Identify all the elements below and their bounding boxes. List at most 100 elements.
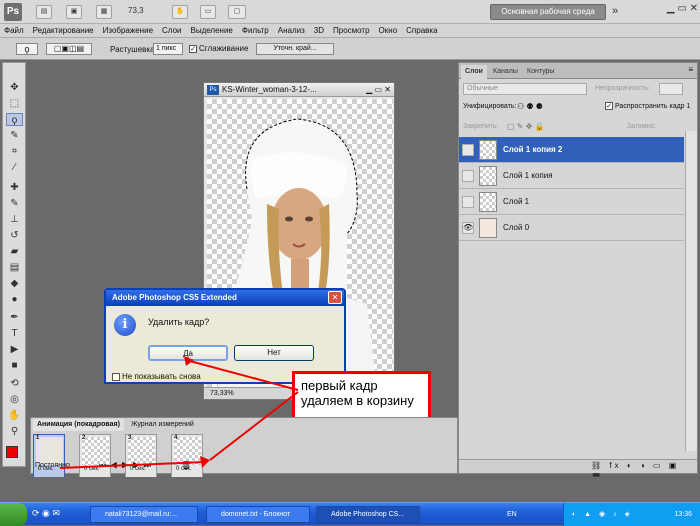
yes-button[interactable]: Да (148, 345, 228, 361)
marquee-tool-icon[interactable]: ⬚ (6, 97, 23, 110)
3d-rotate-icon[interactable]: ⟲ (6, 377, 23, 390)
quicklaunch-icons[interactable]: ⟳ ◉ ✉ (32, 508, 60, 519)
gradient-tool-icon[interactable]: ▤ (6, 261, 23, 274)
frame-thumbnail[interactable]: 2 0 сек. (79, 434, 111, 478)
propagate-checkbox[interactable]: ✓ (605, 102, 613, 110)
path-select-icon[interactable]: ▶ (6, 343, 23, 356)
layer-row[interactable]: Слой 1 копия (459, 163, 684, 189)
stamp-tool-icon[interactable]: ⊥ (6, 213, 23, 226)
document-zoom[interactable]: 73,33% (210, 390, 234, 397)
dialog-title[interactable]: Adobe Photoshop CS5 Extended (106, 290, 344, 306)
pen-tool-icon[interactable]: ✒ (6, 311, 23, 324)
tray-icons[interactable]: ◐ ▲ ◉ ♪ ◈ (572, 503, 633, 526)
screen-mode-icon[interactable]: ▢ (228, 5, 246, 19)
foreground-color-swatch[interactable] (6, 446, 18, 458)
layers-footer-icons[interactable]: ⛓ fx ◐ ◑ ▭ ▣ 🗑 (459, 459, 697, 482)
tab-paths[interactable]: Контуры (523, 65, 558, 79)
workspace-selector[interactable]: Основная рабочая среда (490, 4, 606, 20)
no-button[interactable]: Нет (234, 345, 314, 361)
tab-measurement-log[interactable]: Журнал измерений (127, 419, 198, 431)
tab-animation[interactable]: Анимация (покадровая) (33, 419, 124, 431)
loop-select[interactable]: Постоянно (35, 462, 70, 469)
extras-icon[interactable]: ▦ (96, 5, 112, 19)
dodge-tool-icon[interactable]: ● (6, 293, 23, 306)
minimize-icon[interactable]: ▁ (667, 3, 675, 14)
app-bar: Ps ▤ ▣ ▦ 73,3 ✋ ▭ ▢ Основная рабочая сре… (0, 0, 700, 24)
language-indicator[interactable]: EN (507, 503, 517, 526)
eraser-tool-icon[interactable]: ▰ (6, 245, 23, 258)
layer-name: Слой 1 копия 2 (503, 145, 563, 154)
tab-layers[interactable]: Слои (461, 65, 487, 79)
history-brush-icon[interactable]: ↺ (6, 229, 23, 242)
hand-tool-icon[interactable]: ✋ (6, 409, 23, 422)
eyedropper-tool-icon[interactable]: ⁄ (6, 161, 23, 174)
visibility-toggle[interactable] (462, 144, 474, 156)
menu-edit[interactable]: Редактирование (33, 26, 94, 35)
maximize-icon[interactable]: ▭ (677, 3, 686, 14)
frame-thumbnail[interactable]: 4 0 сек. (171, 434, 203, 478)
menu-file[interactable]: Файл (4, 26, 24, 35)
document-title-bar[interactable]: Ps KS-Winter_woman-3-12-... ▁ ▭ ✕ (204, 83, 394, 97)
lock-icons[interactable]: ▢ ✎ ✥ 🔒 (507, 122, 545, 131)
opacity-input[interactable] (659, 83, 683, 95)
visibility-toggle[interactable] (462, 170, 474, 182)
bridge-icon[interactable]: ▤ (36, 5, 52, 19)
menu-filter[interactable]: Фильтр (242, 26, 269, 35)
brush-tool-icon[interactable]: ✎ (6, 197, 23, 210)
dont-show-checkbox[interactable] (112, 372, 120, 381)
menu-layers[interactable]: Слои (162, 26, 181, 35)
taskbar-item-notepad[interactable]: domonet.txt - Блокнот (206, 506, 310, 523)
zoom-level[interactable]: 73,3 (128, 6, 144, 15)
frame-thumbnail[interactable]: 3 0 сек. (125, 434, 157, 478)
start-button[interactable] (0, 503, 27, 526)
menu-help[interactable]: Справка (406, 26, 437, 35)
menu-select[interactable]: Выделение (190, 26, 232, 35)
layer-row[interactable]: Слой 1 копия 2 (459, 137, 684, 163)
panel-menu-icon[interactable]: ≡ (688, 65, 693, 74)
layer-row[interactable]: 👁 Слой 0 (459, 215, 684, 241)
zoom-tool-icon[interactable]: ⚲ (6, 425, 23, 438)
doc-window-controls[interactable]: ▁ ▭ ✕ (366, 83, 391, 97)
minibridge-icon[interactable]: ▣ (66, 5, 82, 19)
shape-tool-icon[interactable]: ■ (6, 359, 23, 372)
more-workspaces-icon[interactable]: » (612, 5, 618, 17)
menu-analysis[interactable]: Анализ (278, 26, 305, 35)
blur-tool-icon[interactable]: ◆ (6, 277, 23, 290)
tab-channels[interactable]: Каналы (489, 65, 522, 79)
unify-icons[interactable]: ⚇ ⚉ ⚈ (517, 102, 543, 111)
lasso-tool-icon[interactable]: ϙ (6, 113, 23, 126)
taskbar-item-photoshop[interactable]: Adobe Photoshop CS... (316, 506, 420, 523)
refine-edge-button[interactable]: Уточн. край... (256, 43, 334, 55)
menu-window[interactable]: Окно (379, 26, 398, 35)
blend-mode-select[interactable]: Обычные (463, 83, 587, 95)
feather-input[interactable]: 1 пикс (153, 43, 183, 55)
playback-controls[interactable]: ⏮◀▶▶⏭ (99, 461, 155, 471)
lasso-preset-icon[interactable]: ϙ (16, 43, 38, 55)
window-controls: ▁ ▭ ✕ (667, 3, 698, 14)
layers-scrollbar[interactable] (685, 131, 697, 451)
menu-view[interactable]: Просмотр (333, 26, 370, 35)
selection-mode-icons[interactable]: ▢▣◫▤ (46, 43, 92, 55)
crop-tool-icon[interactable]: ⌗ (6, 145, 23, 158)
eye-icon[interactable]: 👁 (462, 222, 474, 234)
menu-3d[interactable]: 3D (314, 26, 324, 35)
close-icon[interactable]: ✕ (690, 3, 698, 14)
menu-image[interactable]: Изображение (103, 26, 153, 35)
healing-tool-icon[interactable]: ✚ (6, 181, 23, 194)
layer-thumbnail (479, 192, 497, 212)
dont-show-group: Не показывать снова (112, 372, 201, 381)
frame-delay[interactable]: 0 сек. (84, 466, 100, 472)
quick-select-tool-icon[interactable]: ✎ (6, 129, 23, 142)
dialog-close-icon[interactable]: ✕ (328, 291, 342, 304)
trash-icon[interactable]: 🗑 (181, 461, 191, 470)
taskbar-item-mail[interactable]: natali73123@mail.ru:... (90, 506, 198, 523)
frame-thumbnail[interactable]: 1 0 сек. (33, 434, 65, 478)
hand-tool-icon[interactable]: ✋ (172, 5, 188, 19)
layer-row[interactable]: Слой 1 (459, 189, 684, 215)
visibility-toggle[interactable] (462, 196, 474, 208)
arrange-icon[interactable]: ▭ (200, 5, 216, 19)
3d-orbit-icon[interactable]: ◎ (6, 393, 23, 406)
type-tool-icon[interactable]: T (6, 327, 23, 340)
move-tool-icon[interactable]: ✥ (6, 81, 23, 94)
antialias-checkbox[interactable]: ✓ (189, 44, 197, 53)
